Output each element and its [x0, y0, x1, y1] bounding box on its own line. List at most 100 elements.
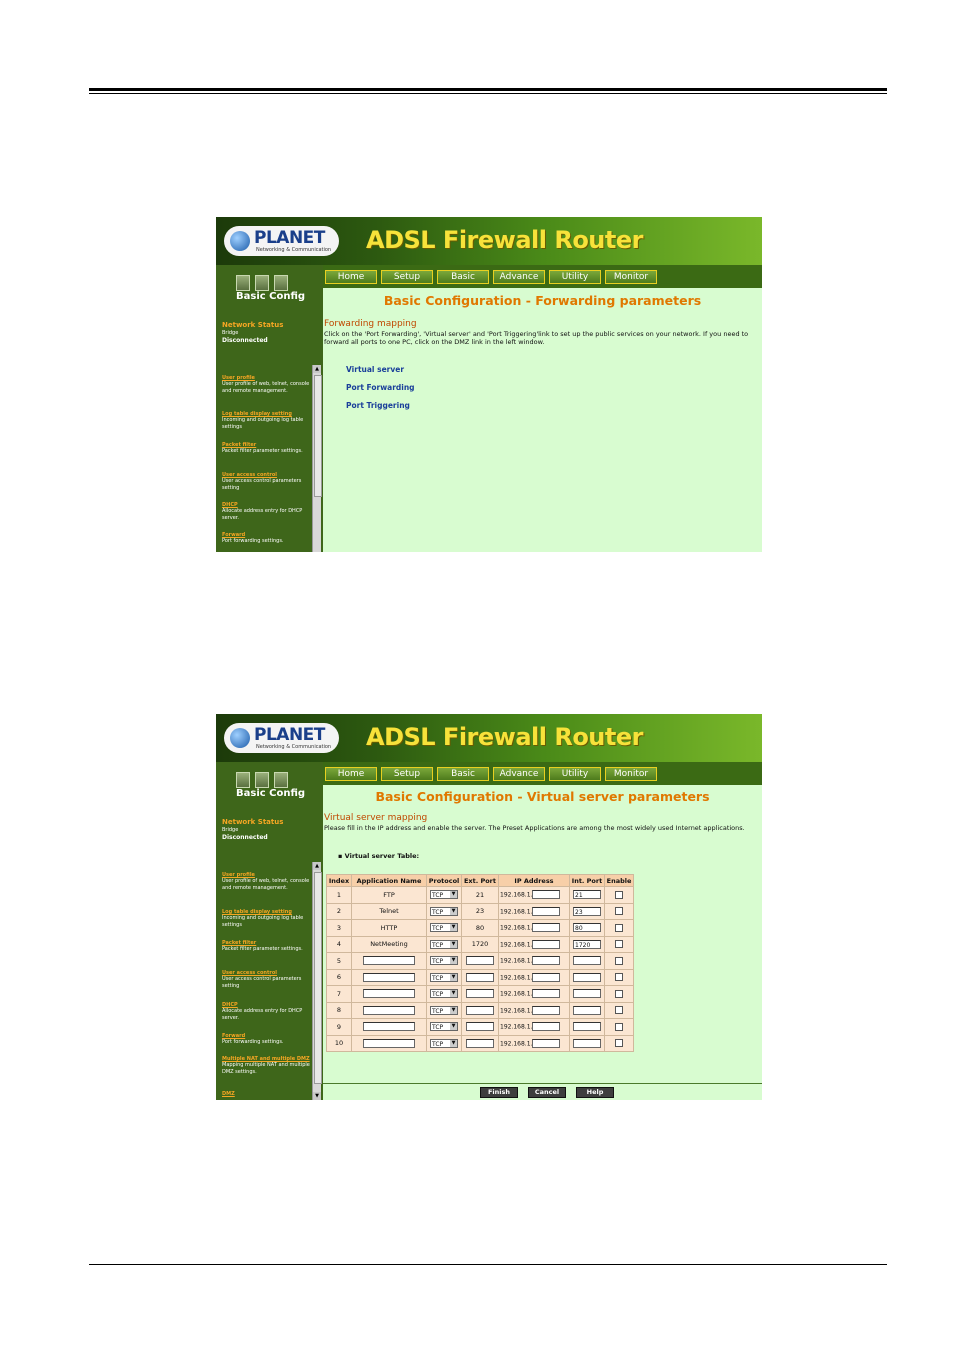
protocol-value: TCP	[432, 925, 444, 933]
sidebar-item[interactable]: Packet filter Packet filter parameter set…	[222, 442, 310, 455]
enable-checkbox[interactable]	[615, 1022, 623, 1031]
enable-checkbox[interactable]	[615, 1006, 623, 1015]
table-row: 9 TCP ▼ 192.168.1.	[326, 1018, 634, 1036]
int-port-input[interactable]	[573, 1038, 601, 1048]
nav-home[interactable]: Home	[325, 767, 377, 781]
nav-advance[interactable]: Advance	[493, 767, 545, 781]
int-port-input[interactable]: 21	[573, 890, 601, 900]
protocol-select[interactable]: TCP ▼	[430, 923, 458, 933]
protocol-select[interactable]: TCP ▼	[430, 1038, 458, 1048]
sidebar-item[interactable]: DMZ	[222, 1091, 310, 1097]
enable-checkbox[interactable]	[615, 956, 623, 965]
sidebar-item[interactable]: User profile User profile of web, telnet,…	[222, 375, 310, 395]
ext-port-input[interactable]	[466, 972, 494, 982]
sidebar-item[interactable]: DHCP Allocate address entry for DHCP serv…	[222, 1002, 310, 1022]
sidebar-item[interactable]: Multiple NAT and multiple DMZ Mapping mul…	[222, 1056, 310, 1076]
int-port-input[interactable]	[573, 956, 601, 966]
sidebar-item[interactable]: Packet filter Packet filter parameter set…	[222, 940, 310, 953]
int-port-input[interactable]	[573, 989, 601, 999]
sidebar-item[interactable]: Log table display setting Incoming and ou…	[222, 411, 310, 431]
scroll-up-icon[interactable]: ▲	[313, 365, 321, 373]
protocol-select[interactable]: TCP ▼	[430, 972, 458, 982]
sidebar-item[interactable]: User access control User access control p…	[222, 970, 310, 990]
ip-last-octet-input[interactable]	[532, 939, 561, 949]
nav-monitor[interactable]: Monitor	[605, 767, 657, 781]
protocol-select[interactable]: TCP ▼	[430, 906, 458, 916]
sidebar-item[interactable]: User profile User profile of web, telnet,…	[222, 872, 310, 892]
int-port-input[interactable]: 1720	[573, 939, 601, 949]
sidebar-item[interactable]: Log table display setting Incoming and ou…	[222, 909, 310, 929]
ext-port-input[interactable]	[466, 989, 494, 999]
link-virtual-server[interactable]: Virtual server	[346, 365, 404, 374]
sidebar-item[interactable]: User access control User access control p…	[222, 472, 310, 492]
scroll-thumb[interactable]	[314, 872, 322, 1084]
sidebar-item[interactable]: DHCP Allocate address entry for DHCP serv…	[222, 502, 310, 522]
link-port-triggering[interactable]: Port Triggering	[346, 401, 410, 410]
ip-last-octet-input[interactable]	[532, 972, 561, 982]
main-content: Basic Configuration - Virtual server par…	[323, 785, 762, 1100]
finish-button[interactable]: Finish	[480, 1087, 518, 1098]
protocol-value: TCP	[432, 974, 444, 982]
sidebar-item-dmz[interactable]: DMZ	[222, 1091, 310, 1097]
ip-last-octet-input[interactable]	[532, 989, 561, 999]
protocol-select[interactable]: TCP ▼	[430, 1022, 458, 1032]
scroll-thumb[interactable]	[314, 375, 322, 497]
sidebar-item[interactable]: Forward Port forwarding settings.	[222, 1033, 310, 1046]
ip-last-octet-input[interactable]	[532, 956, 561, 966]
enable-checkbox[interactable]	[615, 890, 623, 899]
nav-home[interactable]: Home	[325, 270, 377, 284]
sidebar-scrollbar[interactable]: ▲ ▼	[312, 862, 322, 1100]
ip-last-octet-input[interactable]	[532, 890, 561, 900]
protocol-select[interactable]: TCP ▼	[430, 1005, 458, 1015]
protocol-select[interactable]: TCP ▼	[430, 989, 458, 999]
ip-last-octet-input[interactable]	[532, 1022, 561, 1032]
sidebar-item[interactable]: Forward Port forwarding settings.	[222, 532, 310, 545]
app-name-input[interactable]	[363, 989, 415, 999]
chevron-down-icon: ▼	[450, 940, 457, 948]
help-button[interactable]: Help	[576, 1087, 614, 1098]
int-port-input[interactable]	[573, 972, 601, 982]
ext-port-input[interactable]	[466, 1005, 494, 1015]
ip-last-octet-input[interactable]	[532, 1005, 561, 1015]
ext-port-input[interactable]	[466, 1038, 494, 1048]
app-name-input[interactable]	[363, 972, 415, 982]
int-port-input[interactable]	[573, 1005, 601, 1015]
int-port-input[interactable]: 80	[573, 923, 601, 933]
sidebar-scrollbar[interactable]: ▲	[312, 365, 322, 552]
scroll-up-icon[interactable]: ▲	[313, 862, 321, 870]
ip-prefix: 192.168.1.	[500, 1007, 533, 1015]
enable-checkbox[interactable]	[615, 940, 623, 949]
int-port-input[interactable]	[573, 1022, 601, 1032]
nav-basic[interactable]: Basic	[437, 270, 489, 284]
scroll-down-icon[interactable]: ▼	[313, 1092, 321, 1100]
nav-setup[interactable]: Setup	[381, 767, 433, 781]
int-port-input[interactable]: 23	[573, 906, 601, 916]
protocol-select[interactable]: TCP ▼	[430, 939, 458, 949]
ip-last-octet-input[interactable]	[532, 1038, 561, 1048]
ip-last-octet-input[interactable]	[532, 923, 561, 933]
protocol-select[interactable]: TCP ▼	[430, 890, 458, 900]
nav-utility[interactable]: Utility	[549, 767, 601, 781]
ip-last-octet-input[interactable]	[532, 906, 561, 916]
app-name-input[interactable]	[363, 1038, 415, 1048]
enable-checkbox[interactable]	[615, 973, 623, 982]
protocol-select[interactable]: TCP ▼	[430, 956, 458, 966]
app-name-input[interactable]	[363, 1022, 415, 1032]
enable-checkbox[interactable]	[615, 1039, 623, 1048]
app-name-input[interactable]	[363, 1005, 415, 1015]
ext-port-input[interactable]	[466, 956, 494, 966]
link-port-forwarding[interactable]: Port Forwarding	[346, 383, 415, 392]
ip-address-cell: 192.168.1.	[498, 968, 570, 986]
nav-basic[interactable]: Basic	[437, 767, 489, 781]
app-name-input[interactable]	[363, 956, 415, 966]
enable-checkbox[interactable]	[615, 989, 623, 998]
nav-monitor[interactable]: Monitor	[605, 270, 657, 284]
top-nav: Home Setup Basic Advance Utility Monitor	[323, 265, 762, 288]
cancel-button[interactable]: Cancel	[528, 1087, 566, 1098]
enable-checkbox[interactable]	[615, 907, 623, 916]
ext-port-input[interactable]	[466, 1022, 494, 1032]
nav-utility[interactable]: Utility	[549, 270, 601, 284]
enable-checkbox[interactable]	[615, 923, 623, 932]
nav-advance[interactable]: Advance	[493, 270, 545, 284]
nav-setup[interactable]: Setup	[381, 270, 433, 284]
